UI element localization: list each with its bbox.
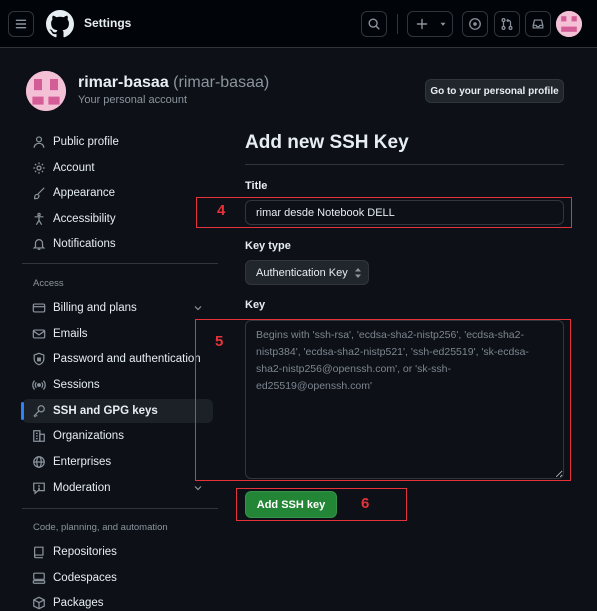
sidebar-heading-code: Code, planning, and automation: [33, 522, 168, 533]
annotation-box-key: [195, 319, 571, 481]
top-bar: Settings: [0, 0, 597, 48]
key-type-select[interactable]: Authentication Key: [245, 260, 369, 285]
toolbar-divider: [397, 14, 398, 34]
page-context-title[interactable]: Settings: [84, 16, 131, 30]
sidebar-item-label: Organizations: [53, 430, 124, 442]
hamburger-icon: [15, 19, 27, 29]
codespaces-icon: [32, 572, 46, 584]
sidebar-item-appearance[interactable]: Appearance: [22, 181, 213, 205]
annotation-box-submit: [236, 488, 407, 521]
sidebar-item-label: Emails: [53, 328, 88, 340]
sidebar-item-label: Appearance: [53, 187, 116, 199]
user-avatar[interactable]: [556, 11, 582, 37]
sidebar-item-packages[interactable]: Packages: [22, 591, 213, 611]
bell-icon: [32, 239, 46, 250]
title-divider: [245, 164, 564, 165]
page-title: Add new SSH Key: [245, 132, 409, 153]
sidebar-divider: [22, 508, 218, 509]
sidebar-item-password[interactable]: Password and authentication: [22, 347, 213, 371]
profile-subtitle: Your personal account: [78, 94, 188, 106]
shield-lock-icon: [33, 352, 45, 366]
sidebar-item-label: Repositories: [53, 546, 117, 558]
broadcast-icon: [32, 380, 46, 390]
profile-avatar: [26, 71, 66, 111]
sidebar-item-label: SSH and GPG keys: [53, 405, 158, 417]
annotation-box-title: [196, 197, 572, 228]
sidebar-item-label: Enterprises: [53, 456, 112, 468]
chevron-down-icon[interactable]: [192, 482, 204, 494]
issues-button[interactable]: [462, 11, 488, 37]
person-icon: [33, 136, 45, 148]
profile-handle: (rimar-basaa): [173, 74, 270, 91]
sidebar-item-ssh-gpg-keys[interactable]: SSH and GPG keys: [21, 399, 213, 423]
sidebar-item-accessibility[interactable]: Accessibility: [22, 207, 213, 231]
sidebar-item-organizations[interactable]: Organizations: [22, 424, 213, 448]
sidebar-item-label: Notifications: [53, 238, 116, 250]
accessibility-icon: [34, 212, 44, 226]
mail-icon: [32, 329, 46, 339]
identicon-icon: [26, 71, 66, 111]
sidebar-item-label: Password and authentication: [53, 353, 201, 365]
issue-opened-icon: [469, 18, 481, 30]
triangle-down-icon: [440, 22, 446, 26]
annotation-number-submit: 6: [361, 495, 370, 512]
sidebar-item-billing[interactable]: Billing and plans: [22, 296, 213, 320]
sidebar-item-label: Account: [53, 162, 95, 174]
sidebar-item-notifications[interactable]: Notifications: [22, 232, 213, 256]
key-type-value: Authentication Key: [256, 266, 348, 279]
report-icon: [33, 482, 45, 495]
organization-icon: [33, 430, 45, 442]
inbox-icon: [532, 19, 544, 29]
go-to-profile-button[interactable]: Go to your personal profile: [425, 79, 564, 103]
title-field-label: Title: [245, 180, 268, 192]
annotation-number-title: 4: [217, 202, 226, 219]
sidebar-item-public-profile[interactable]: Public profile: [22, 130, 213, 154]
repo-icon: [34, 546, 44, 559]
github-logo-icon[interactable]: [46, 10, 74, 38]
profile-name: rimar-basaa (rimar-basaa): [78, 74, 269, 92]
globe-icon: [33, 456, 45, 468]
profile-username: rimar-basaa: [78, 74, 169, 91]
sidebar-item-label: Billing and plans: [53, 302, 137, 314]
search-button[interactable]: [361, 11, 387, 37]
sidebar-item-label: Moderation: [53, 482, 111, 494]
identicon-icon: [556, 11, 582, 37]
sidebar-heading-access: Access: [33, 278, 64, 289]
sidebar-item-emails[interactable]: Emails: [22, 322, 213, 346]
create-new-button[interactable]: [407, 11, 453, 37]
sidebar-item-label: Public profile: [53, 136, 119, 148]
inbox-button[interactable]: [525, 11, 551, 37]
sidebar-item-moderation[interactable]: Moderation: [22, 476, 213, 500]
key-field-label: Key: [245, 299, 266, 311]
sidebar-item-sessions[interactable]: Sessions: [22, 373, 213, 397]
plus-icon: [416, 18, 428, 30]
sidebar-item-label: Codespaces: [53, 572, 117, 584]
sidebar-item-label: Packages: [53, 597, 104, 609]
select-arrows-icon: [355, 268, 361, 278]
menu-button[interactable]: [8, 11, 34, 37]
credit-card-icon: [32, 303, 46, 313]
sidebar-item-repositories[interactable]: Repositories: [22, 540, 213, 564]
gear-icon: [33, 162, 45, 174]
git-pull-request-icon: [501, 18, 513, 30]
paintbrush-icon: [34, 187, 45, 200]
pull-requests-button[interactable]: [494, 11, 520, 37]
sidebar-item-codespaces[interactable]: Codespaces: [22, 566, 213, 590]
sidebar-item-enterprises[interactable]: Enterprises: [22, 450, 213, 474]
annotation-number-key: 5: [215, 333, 224, 350]
sidebar-item-account[interactable]: Account: [22, 156, 213, 180]
key-type-label: Key type: [245, 240, 291, 252]
sidebar-item-label: Sessions: [53, 379, 100, 391]
sidebar-item-label: Accessibility: [53, 213, 116, 225]
chevron-down-icon[interactable]: [192, 302, 204, 314]
key-icon: [33, 405, 45, 418]
package-icon: [33, 596, 45, 610]
search-icon: [368, 18, 380, 30]
sidebar-divider: [22, 263, 218, 264]
